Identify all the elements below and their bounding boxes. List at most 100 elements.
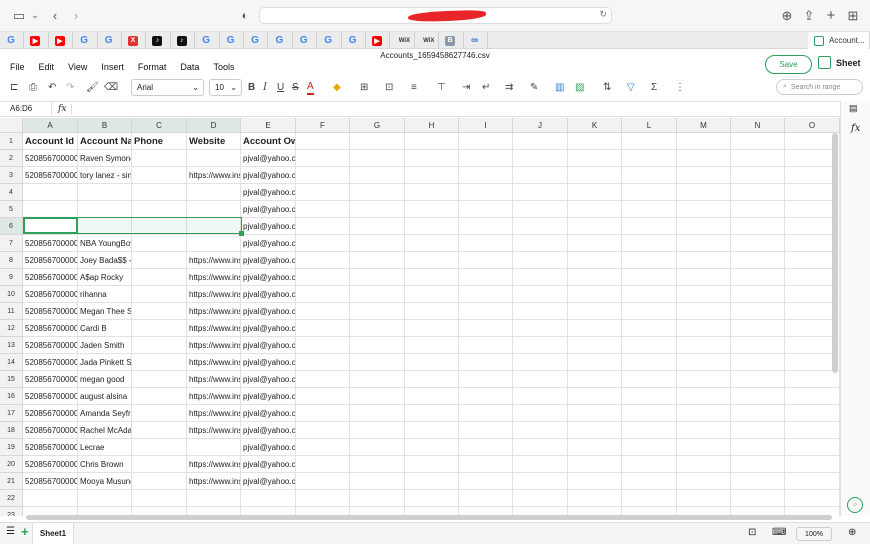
- grid-cell[interactable]: tory lanez - singer: [78, 167, 132, 184]
- grid-cell[interactable]: [132, 167, 187, 184]
- browser-tab[interactable]: G: [317, 32, 342, 49]
- horizontal-scrollbar[interactable]: [26, 515, 832, 520]
- grid-cell[interactable]: https://www.instagram.com: [187, 303, 241, 320]
- browser-tab[interactable]: ∞: [464, 32, 488, 49]
- column-header-a[interactable]: A: [23, 118, 78, 133]
- grid-cell[interactable]: [731, 456, 785, 473]
- grid-cell[interactable]: Rachel McAdams - partner: [78, 422, 132, 439]
- chevron-down-icon[interactable]: ⌄: [26, 7, 44, 25]
- grid-cell[interactable]: [568, 150, 622, 167]
- grid-cell[interactable]: [568, 269, 622, 286]
- grid-cell[interactable]: [622, 371, 677, 388]
- grid-cell[interactable]: [350, 337, 405, 354]
- grid-cell[interactable]: Amanda Seyfried - partner: [78, 405, 132, 422]
- grid-cell[interactable]: 520856700000: [23, 167, 78, 184]
- undo-icon[interactable]: ↶: [48, 80, 56, 95]
- grid-cell[interactable]: Jada Pinkett Smith: [78, 354, 132, 371]
- grid-cell[interactable]: [132, 473, 187, 490]
- grid-cell[interactable]: [513, 422, 568, 439]
- column-header-f[interactable]: F: [296, 118, 350, 133]
- grid-cell[interactable]: [405, 252, 459, 269]
- font-size-select[interactable]: 10 ⌄: [209, 79, 242, 96]
- grid-cell[interactable]: [132, 184, 187, 201]
- grid-cell[interactable]: [622, 184, 677, 201]
- grid-cell[interactable]: Megan Thee Stallion: [78, 303, 132, 320]
- grid-cell[interactable]: 520856700000: [23, 456, 78, 473]
- grid-cell[interactable]: [296, 252, 350, 269]
- grid-cell[interactable]: [296, 405, 350, 422]
- grid-cell[interactable]: [677, 371, 731, 388]
- grid-cell[interactable]: [350, 269, 405, 286]
- browser-tab[interactable]: G: [220, 32, 244, 49]
- grid-cell[interactable]: [622, 490, 677, 507]
- grid-cell[interactable]: [132, 252, 187, 269]
- grid-cell[interactable]: [132, 269, 187, 286]
- row-header[interactable]: 7: [0, 235, 23, 252]
- grid-cell[interactable]: [513, 133, 568, 150]
- borders-icon[interactable]: ⊞: [360, 80, 368, 95]
- grid-cell[interactable]: [731, 235, 785, 252]
- grid-cell[interactable]: [459, 371, 513, 388]
- grid-cell[interactable]: https://www.instagram.com: [187, 456, 241, 473]
- grid-cell[interactable]: [350, 405, 405, 422]
- browser-tab[interactable]: WiX: [390, 32, 415, 49]
- grid-cell[interactable]: pjval@yahoo.com: [241, 388, 296, 405]
- sheet-list-icon[interactable]: ☰: [6, 526, 15, 537]
- row-header[interactable]: 17: [0, 405, 23, 422]
- grid-cell[interactable]: [132, 354, 187, 371]
- grid-cell[interactable]: [785, 456, 840, 473]
- grid-cell[interactable]: [350, 371, 405, 388]
- grid-cell[interactable]: pjval@yahoo.com: [241, 269, 296, 286]
- grid-cell[interactable]: [568, 252, 622, 269]
- zoom-select[interactable]: 100%: [796, 527, 832, 541]
- browser-tab[interactable]: G: [98, 32, 122, 49]
- grid-cell[interactable]: [132, 490, 187, 507]
- browser-tab[interactable]: ♪: [171, 32, 196, 49]
- grid-cell[interactable]: megan good: [78, 371, 132, 388]
- grid-cell[interactable]: [731, 473, 785, 490]
- grid-cell[interactable]: [677, 473, 731, 490]
- menu-item-tools[interactable]: Tools: [213, 62, 234, 76]
- browser-tab[interactable]: X: [122, 32, 147, 49]
- grid-cell[interactable]: Website: [187, 133, 241, 150]
- grid-cell[interactable]: [513, 320, 568, 337]
- grid-cell[interactable]: [513, 218, 568, 235]
- grid-cell[interactable]: [296, 201, 350, 218]
- grid-cell[interactable]: pjval@yahoo.com: [241, 354, 296, 371]
- grid-cell[interactable]: [513, 456, 568, 473]
- grid-cell[interactable]: https://www.instagram.com: [187, 269, 241, 286]
- grid-cell[interactable]: Mooya Musunga: [78, 473, 132, 490]
- strikethrough-icon[interactable]: S: [292, 80, 299, 95]
- grid-cell[interactable]: [241, 490, 296, 507]
- grid-cell[interactable]: [405, 405, 459, 422]
- fullscreen-icon[interactable]: ⊡: [748, 527, 756, 538]
- grid-cell[interactable]: [405, 286, 459, 303]
- grid-cell[interactable]: [513, 235, 568, 252]
- menu-item-data[interactable]: Data: [180, 62, 199, 76]
- row-header[interactable]: 15: [0, 371, 23, 388]
- browser-tab[interactable]: G: [268, 32, 293, 49]
- grid-cell[interactable]: https://www.instagram.com: [187, 286, 241, 303]
- grid-cell[interactable]: https://www.instagram.com: [187, 167, 241, 184]
- grid-cell[interactable]: [405, 201, 459, 218]
- row-header[interactable]: 22: [0, 490, 23, 507]
- grid-cell[interactable]: [459, 422, 513, 439]
- grid-cell[interactable]: [405, 184, 459, 201]
- grid-cell[interactable]: [568, 184, 622, 201]
- grid-cell[interactable]: [677, 218, 731, 235]
- paint-format-icon[interactable]: 🖌: [86, 80, 99, 95]
- grid-cell[interactable]: [622, 167, 677, 184]
- grid-cell[interactable]: pjval@yahoo.com: [241, 473, 296, 490]
- grid-cell[interactable]: [513, 184, 568, 201]
- grid-cell[interactable]: [459, 269, 513, 286]
- grid-cell[interactable]: [677, 490, 731, 507]
- grid-cell[interactable]: [513, 473, 568, 490]
- grid-cell[interactable]: https://www.instagram.com: [187, 405, 241, 422]
- grid-cell[interactable]: [622, 269, 677, 286]
- grid-cell[interactable]: [568, 490, 622, 507]
- grid-cell[interactable]: [731, 252, 785, 269]
- grid-cell[interactable]: [350, 150, 405, 167]
- grid-cell[interactable]: [459, 235, 513, 252]
- browser-tab[interactable]: ♪: [146, 32, 171, 49]
- search-range-input[interactable]: ⌕ Search in range: [776, 79, 863, 95]
